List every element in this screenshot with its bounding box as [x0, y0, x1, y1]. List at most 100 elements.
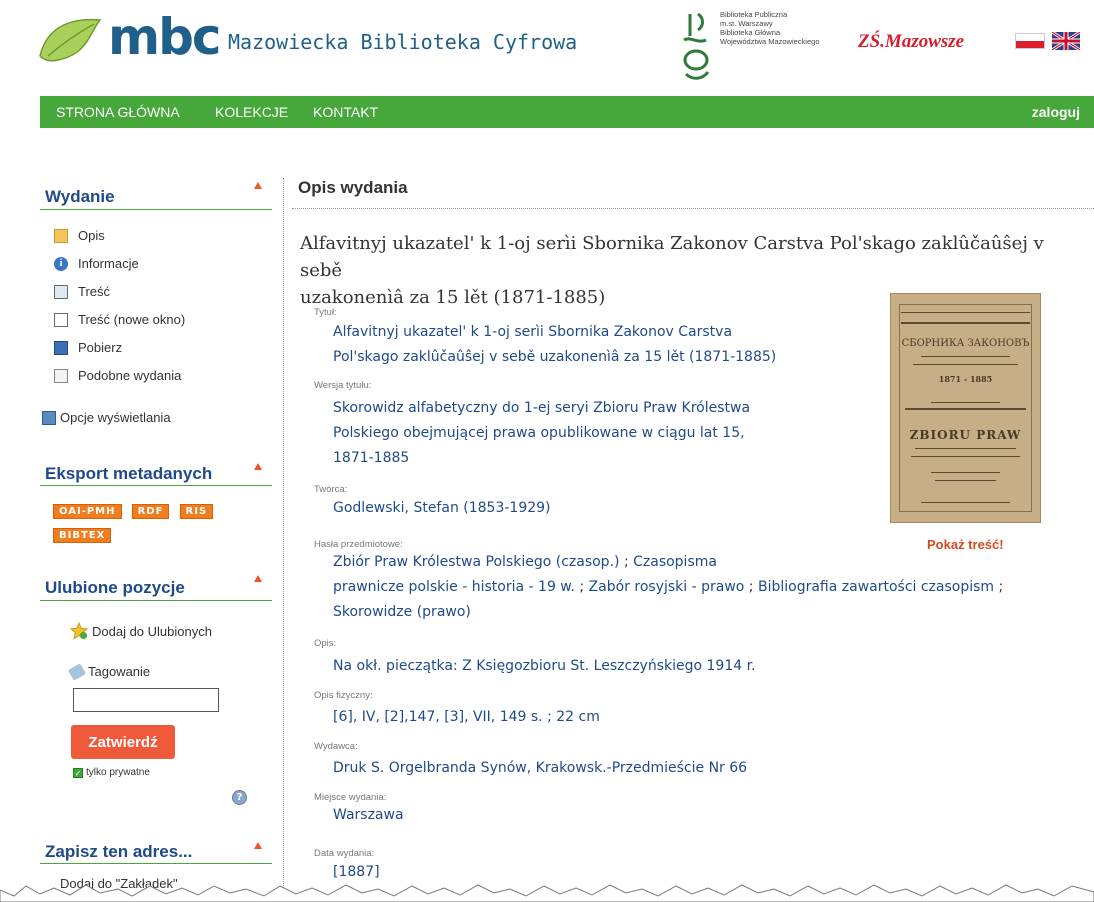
collapse-arrow-icon[interactable]	[254, 575, 262, 582]
field-value-subjects: Zbiór Praw Królestwa Polskiego (czasop.)…	[333, 550, 1093, 625]
site-header: mbc Mazowiecka Biblioteka Cyfrowa Biblio…	[0, 0, 1094, 96]
save-icon	[54, 340, 68, 355]
star-icon	[70, 622, 88, 640]
partner-line: Województwa Mazowieckiego	[720, 37, 820, 46]
nav-collections[interactable]: KOLEKCJE	[215, 104, 288, 120]
cover-subtitle: ZBIORU PRAW	[909, 428, 1022, 442]
cover-year: 1871 - 1885	[938, 374, 993, 384]
cover-text-line	[913, 364, 1018, 365]
similar-icon	[54, 368, 68, 383]
nav-contact[interactable]: KONTAKT	[313, 104, 378, 120]
collapse-arrow-icon[interactable]	[254, 182, 262, 189]
field-line: prawnicze polskie - historia - 19 w. ; Z…	[333, 575, 1093, 600]
tag-icon	[67, 662, 87, 681]
show-content-link[interactable]: Pokaż treść!	[927, 537, 1004, 552]
separator: ;	[579, 579, 585, 595]
field-line: Alfavitnyj ukazatel' k 1-oj serìi Sborni…	[333, 324, 733, 340]
checkbox-checked-icon: ✓	[73, 767, 83, 778]
sidebar-item-opis[interactable]: Opis	[54, 228, 105, 243]
subject-link[interactable]: prawnicze polskie - historia - 19 w.	[333, 579, 575, 595]
sidebar-item-podobne[interactable]: Podobne wydania	[54, 368, 181, 383]
sidebar-heading-save-address: Zapisz ten adres...	[45, 842, 193, 861]
leaf-logo-icon	[39, 18, 102, 62]
sidebar-item-tresc-new-window[interactable]: Treść (nowe okno)	[54, 312, 185, 327]
submit-button[interactable]: Zatwierdź	[71, 725, 175, 759]
divider	[40, 600, 272, 601]
cover-text-line	[921, 502, 1010, 503]
sidebar: Wydanie Opis i Informacje Treść Treść (n…	[40, 170, 272, 902]
add-to-favorites-link[interactable]: Dodaj do Ulubionych	[70, 622, 212, 640]
english-flag-icon[interactable]	[1052, 32, 1080, 50]
sidebar-item-tresc[interactable]: Treść	[54, 284, 110, 299]
login-link[interactable]: zaloguj	[1032, 104, 1080, 120]
sidebar-item-label: Treść	[78, 284, 111, 299]
separator: ;	[748, 579, 754, 595]
polish-flag-icon[interactable]	[1015, 33, 1045, 49]
creator-link[interactable]: Godlewski, Stefan (1853-1929)	[333, 500, 551, 516]
collapse-arrow-icon[interactable]	[254, 463, 262, 470]
field-line: Pol'skago zaklûčaûŝej v sebě uzakonenìâ …	[333, 349, 777, 365]
export-ris-button[interactable]: RIS	[179, 504, 214, 519]
sidebar-item-pobierz[interactable]: Pobierz	[54, 340, 122, 355]
field-value-description: Na okł. pieczątka: Z Księgozbioru St. Le…	[333, 658, 756, 674]
tag-input[interactable]	[73, 688, 219, 712]
subject-link[interactable]: Zabór rosyjski - prawo	[589, 579, 745, 595]
new-window-icon	[54, 312, 68, 327]
field-value-publisher: Druk S. Orgelbranda Synów, Krakowsk.-Prz…	[333, 760, 748, 776]
field-label-creator: Twórca:	[314, 484, 348, 495]
field-line: Polskiego obejmującej prawa opublikowane…	[333, 425, 745, 441]
field-line: Zbiór Praw Królestwa Polskiego (czasop.)…	[333, 550, 1093, 575]
field-value-place: Warszawa	[333, 807, 404, 823]
vertical-separator	[283, 178, 284, 902]
separator: ;	[623, 554, 629, 570]
library-logo-icon	[683, 12, 710, 80]
mazowsze-logo[interactable]: ZŚ.Mazowsze	[858, 31, 964, 53]
cover-text-line	[911, 456, 1020, 457]
export-rdf-button[interactable]: RDF	[131, 504, 170, 519]
nav-home[interactable]: STRONA GŁÓWNA	[56, 104, 180, 120]
sidebar-heading-favorites: Ulubione pozycje	[45, 578, 185, 597]
sidebar-item-informacje[interactable]: i Informacje	[54, 256, 139, 271]
cover-thumbnail[interactable]: СБОРНИКА ЗАКОНОВЪ 1871 - 1885 ZBIORU PRA…	[890, 293, 1041, 523]
divider	[40, 863, 272, 864]
sidebar-item-label: Podobne wydania	[78, 368, 182, 383]
main-nav: STRONA GŁÓWNA KOLEKCJE KONTAKT zaloguj	[40, 96, 1094, 128]
cover-text-line	[901, 312, 1030, 313]
sidebar-item-label: Pobierz	[78, 340, 123, 355]
partner-line: m.st. Warszawy	[720, 19, 773, 28]
sidebar-item-label: Treść (nowe okno)	[78, 312, 186, 327]
torn-edge	[0, 884, 1094, 902]
subject-link[interactable]: Zbiór Praw Królestwa Polskiego (czasop.)	[333, 554, 619, 570]
sidebar-item-label: Informacje	[78, 256, 139, 271]
field-value-creator[interactable]: Godlewski, Stefan (1853-1929)	[333, 496, 551, 521]
export-bibtex-button[interactable]: BIBTEX	[53, 528, 112, 543]
divider	[40, 485, 272, 486]
field-label-title-version: Wersja tytułu:	[314, 380, 372, 391]
field-value-physical: [6], IV, [2],147, [3], VII, 149 s. ; 22 …	[333, 709, 600, 725]
field-label-place: Miejsce wydania:	[314, 792, 387, 803]
sidebar-heading-export: Eksport metadanych	[45, 464, 213, 483]
export-oai-pmh-button[interactable]: OAI-PMH	[53, 504, 122, 519]
add-favorites-label: Dodaj do Ulubionych	[92, 623, 212, 639]
options-icon	[42, 410, 56, 425]
cover-text-line	[921, 356, 1010, 357]
subject-link[interactable]: Bibliografia zawartości czasopism	[758, 579, 994, 595]
field-label-publisher: Wydawca:	[314, 741, 358, 752]
collapse-arrow-icon[interactable]	[254, 842, 262, 849]
info-icon: i	[54, 256, 68, 271]
subject-link[interactable]: Czasopisma	[633, 554, 717, 570]
sidebar-item-label: Opcje wyświetlania	[60, 410, 171, 425]
cover-text-line	[931, 472, 1000, 473]
help-icon[interactable]: ?	[232, 790, 247, 805]
private-only-checkbox[interactable]: ✓ tylko prywatne	[73, 767, 150, 778]
subject-link[interactable]: Skorowidze (prawo)	[333, 604, 471, 620]
separator: ;	[998, 579, 1004, 595]
sidebar-heading-wydanie: Wydanie	[45, 187, 115, 206]
field-line: Skorowidze (prawo)	[333, 600, 1093, 625]
display-options-link[interactable]: Opcje wyświetlania	[42, 410, 171, 425]
mbc-logo[interactable]: mbc	[38, 8, 222, 72]
field-line: Skorowidz alfabetyczny do 1-ej seryi Zbi…	[333, 400, 751, 416]
document-icon	[54, 228, 68, 243]
field-label-subjects: Hasła przedmiotowe:	[314, 539, 403, 550]
divider	[40, 209, 272, 210]
